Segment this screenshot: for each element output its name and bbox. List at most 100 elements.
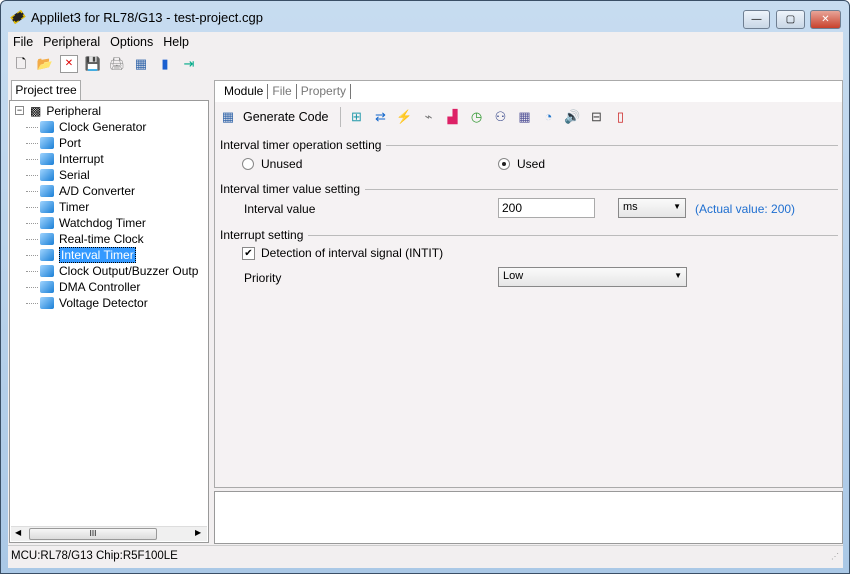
scroll-thumb[interactable]: III [29, 528, 157, 540]
open-folder-icon[interactable]: 📂 [36, 55, 54, 73]
minimize-button[interactable]: — [743, 10, 770, 29]
interval-value-input[interactable]: 200 [498, 198, 595, 218]
timer-icon[interactable]: ◷ [467, 108, 485, 126]
tree-item-label: Clock Output/Buzzer Outp [59, 264, 199, 278]
menu-help[interactable]: Help [158, 34, 194, 50]
voltage-detector-icon[interactable]: ▯ [611, 108, 629, 126]
resize-grip-icon[interactable]: ⋰ [831, 552, 839, 561]
module-icon [40, 169, 54, 181]
module-toolbar: ▦ Generate Code ⊞ ⇄ ⚡ ⌁ ▟ ◷ ⚇ ▦ ◔ 🔊 ⊟ ▯ [219, 107, 629, 127]
checkbox-check-icon[interactable]: ✔ [242, 246, 255, 260]
serial-icon[interactable]: ⌁ [419, 108, 437, 126]
radio-used[interactable]: Used [498, 157, 545, 171]
interval-timer-icon[interactable]: ◔ [539, 108, 557, 126]
tree-item[interactable]: DMA Controller [26, 279, 141, 295]
menu-options[interactable]: Options [105, 34, 158, 50]
manual-icon[interactable]: ▮ [156, 55, 174, 73]
window-title: Applilet3 for RL78/G13 - test-project.cg… [31, 10, 263, 25]
radio-unused-button[interactable] [242, 158, 254, 170]
exit-icon[interactable]: ⇥ [180, 55, 198, 73]
close-project-icon[interactable]: ✕ [60, 55, 78, 73]
module-icon [40, 233, 54, 245]
tree-item-label: DMA Controller [59, 280, 141, 294]
section-title: Interrupt setting [220, 228, 304, 242]
tree-item[interactable]: Serial [26, 167, 90, 183]
tree-item[interactable]: Timer [26, 199, 90, 215]
module-icon [40, 281, 54, 293]
interrupt-icon[interactable]: ⚡ [395, 108, 413, 126]
unit-value: ms [623, 201, 638, 213]
radio-used-label: Used [517, 157, 546, 171]
close-button[interactable]: ✕ [810, 10, 841, 29]
tree-item-label: Real-time Clock [59, 232, 144, 246]
tree-item-label: Timer [59, 200, 90, 214]
menu-file[interactable]: File [8, 34, 38, 50]
tree-item-label: Interrupt [59, 152, 104, 166]
tab-module[interactable]: Module [220, 84, 269, 99]
tree-root-label: Peripheral [46, 104, 102, 118]
horizontal-scrollbar[interactable]: ◀ III ▶ [11, 526, 207, 541]
port-icon[interactable]: ⇄ [371, 108, 389, 126]
module-icon [40, 265, 54, 277]
status-bar: MCU:RL78/G13 Chip:R5F100LE ⋰ [8, 545, 843, 567]
interval-value-label: Interval value [244, 202, 316, 216]
save-as-icon[interactable]: 🖨 [108, 55, 126, 73]
menu-bar: File Peripheral Options Help [8, 34, 194, 50]
app-window: Applilet3 for RL78/G13 - test-project.cg… [0, 0, 850, 574]
watchdog-icon[interactable]: ⚇ [491, 108, 509, 126]
maximize-button[interactable]: ▢ [776, 10, 805, 29]
tree-item[interactable]: A/D Converter [26, 183, 136, 199]
main-toolbar: 🗋 📂 ✕ 💾 🖨 ▦ ▮ ⇥ [12, 55, 198, 73]
detect-label: Detection of interval signal (INTIT) [261, 246, 444, 260]
tree-item-label: Port [59, 136, 82, 150]
section-title: Interval timer operation setting [220, 138, 382, 152]
tab-project-tree[interactable]: Project tree [11, 80, 81, 101]
module-icon [40, 137, 54, 149]
section-operation: Interval timer operation setting [220, 138, 838, 152]
clock-tree-icon[interactable]: ⊞ [347, 108, 365, 126]
tree-item[interactable]: Clock Generator [26, 119, 147, 135]
ad-converter-icon[interactable]: ▟ [443, 108, 461, 126]
scroll-left-icon[interactable]: ◀ [15, 528, 21, 537]
generate-code-button[interactable]: Generate Code [243, 110, 328, 124]
scroll-right-icon[interactable]: ▶ [195, 528, 201, 537]
tree-root[interactable]: ▩ Peripheral [30, 103, 101, 119]
tree-item-label: Watchdog Timer [59, 216, 146, 230]
priority-value: Low [503, 270, 524, 282]
output-panel[interactable] [214, 491, 843, 544]
dma-icon[interactable]: ⊟ [587, 108, 605, 126]
tree-item-label: A/D Converter [59, 184, 136, 198]
toolbar-separator [340, 107, 342, 127]
tree-item[interactable]: Interval Timer [26, 247, 136, 263]
tab-property[interactable]: Property [297, 84, 352, 99]
tree-item[interactable]: Interrupt [26, 151, 104, 167]
module-tabs: Module File Property [215, 81, 842, 102]
collapse-icon[interactable]: − [15, 106, 24, 115]
tree-item[interactable]: Real-time Clock [26, 231, 144, 247]
module-icon [40, 297, 54, 309]
generate-code-icon[interactable]: ▦ [132, 55, 150, 73]
radio-used-button[interactable] [498, 158, 510, 170]
generate-code-icon: ▦ [221, 109, 235, 124]
buzzer-icon[interactable]: 🔊 [563, 108, 581, 126]
tree-item[interactable]: Clock Output/Buzzer Outp [26, 263, 199, 279]
tab-file[interactable]: File [268, 84, 297, 99]
module-icon [40, 121, 54, 133]
menu-peripheral[interactable]: Peripheral [38, 34, 105, 50]
rtc-icon[interactable]: ▦ [515, 108, 533, 126]
priority-label: Priority [244, 271, 282, 285]
unit-select[interactable]: ms [618, 198, 686, 218]
detect-checkbox[interactable]: ✔ Detection of interval signal (INTIT) [242, 246, 443, 260]
actual-value: (Actual value: 200) [695, 202, 796, 216]
tree-item[interactable]: Voltage Detector [26, 295, 148, 311]
new-file-icon[interactable]: 🗋 [12, 55, 30, 73]
save-icon[interactable]: 💾 [84, 55, 102, 73]
tree-item[interactable]: Port [26, 135, 82, 151]
tree-item-label: Clock Generator [59, 120, 147, 134]
tree-item-label: Interval Timer [59, 247, 136, 263]
chip-icon: ▩ [30, 104, 42, 118]
tree-item[interactable]: Watchdog Timer [26, 215, 146, 231]
priority-select[interactable]: Low [498, 267, 687, 287]
radio-unused-label: Unused [261, 157, 303, 171]
radio-unused[interactable]: Unused [242, 157, 302, 171]
